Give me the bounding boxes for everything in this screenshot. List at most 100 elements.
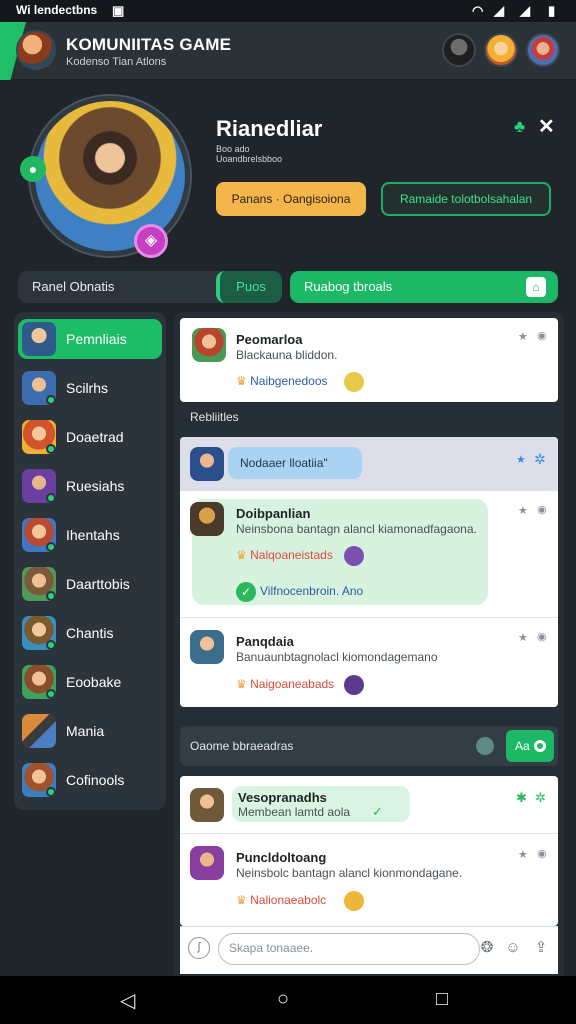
sidebar-item-9[interactable]: Mania — [18, 711, 162, 751]
crown-icon: ♛ — [236, 374, 247, 388]
star-icon[interactable]: ✱ — [516, 790, 527, 806]
avatar-1[interactable] — [442, 33, 476, 67]
emoji-icon — [344, 891, 364, 911]
avatar-2[interactable] — [484, 33, 518, 67]
star-icon[interactable]: ★ — [518, 631, 528, 644]
star-icon[interactable]: ★ — [516, 453, 526, 466]
sidebar-item-5[interactable]: Ihentahs — [18, 515, 162, 555]
section-label: Rebliitles — [190, 410, 239, 424]
back-icon[interactable]: ◁ — [120, 988, 135, 1013]
footer-action-button[interactable]: Aa — [506, 730, 554, 762]
tab-left-pill[interactable]: Puos — [216, 271, 282, 303]
upload-icon[interactable]: ⇪ — [530, 937, 552, 959]
post-avatar[interactable] — [192, 328, 226, 362]
tab-left[interactable]: Ranel Obnatis Puos — [18, 271, 282, 303]
sidebar-item-label: Doaetrad — [66, 429, 124, 445]
star-icon[interactable]: ★ — [518, 330, 528, 343]
star-icon[interactable]: ★ — [518, 848, 528, 861]
emoji-icon — [344, 372, 364, 392]
eye-icon[interactable]: ◉ — [537, 630, 547, 643]
app-subtitle: Kodenso Tian Atlons — [66, 56, 167, 68]
system-nav-bar: ◁ ○ □ — [0, 976, 576, 1024]
post-title: Puncldoltoang — [236, 850, 327, 865]
sidebar-item-label: Mania — [66, 723, 105, 739]
group-avatar[interactable] — [190, 447, 224, 481]
post-meta: ♛ Nalqoaneistads — [236, 548, 333, 562]
group-name-pill[interactable]: Nodaaer lloatiia" — [228, 447, 362, 479]
online-dot-icon — [46, 787, 56, 797]
level-badge-icon: ◈ — [134, 224, 168, 258]
sidebar-avatar — [22, 714, 56, 748]
app-logo[interactable] — [16, 30, 56, 70]
post-meta-label: Naigoaneabads — [250, 677, 335, 691]
tab-left-label: Ranel Obnatis — [32, 279, 115, 294]
leaf-icon: ✓ — [372, 804, 383, 819]
sidebar-item-label: Ruesiahs — [66, 478, 125, 494]
sidebar-item-3[interactable]: Doaetrad — [18, 417, 162, 457]
wifi-icon: ◠ — [472, 3, 484, 18]
emoji-icon — [344, 546, 364, 566]
post-card-1[interactable]: Peomarloa Blackauna bliddon. ♛ Naibgened… — [180, 318, 558, 402]
sidebar-avatar — [22, 322, 56, 356]
sidebar-item-1[interactable]: Pemnliais — [18, 319, 162, 359]
sidebar-item-6[interactable]: Daarttobis — [18, 564, 162, 604]
star-icon[interactable]: ★ — [518, 504, 528, 517]
sidebar-item-label: Ihentahs — [66, 527, 120, 543]
post-avatar[interactable] — [190, 788, 224, 822]
battery-icon: ▮ — [548, 3, 556, 18]
post-title: Vesopranadhs — [238, 790, 327, 805]
crown-icon: ♛ — [236, 677, 247, 691]
add-friend-icon[interactable]: ♣ — [514, 117, 525, 137]
online-dot-icon — [46, 444, 56, 454]
tab-right[interactable]: Ruabog tbroals ⌂ — [290, 271, 558, 303]
app-bar: KOMUNIITAS GAME Kodenso Tian Atlons — [0, 22, 576, 80]
app-title: KOMUNIITAS GAME — [66, 35, 232, 54]
post-text: Banuaunbtagnolacl kiomondagemano — [236, 650, 438, 664]
post-avatar[interactable] — [190, 630, 224, 664]
attach-icon[interactable]: ʃ — [188, 937, 210, 959]
sidebar-item-label: Cofinools — [66, 772, 125, 788]
compose-bar: ʃ Skapa tonaaee. ❂ ☺ ⇪ — [180, 926, 558, 974]
secondary-action-button[interactable]: Ramaide tolotbolsahalan — [381, 182, 551, 216]
online-dot-icon — [46, 640, 56, 650]
divider — [180, 617, 558, 618]
eye-icon[interactable]: ◉ — [537, 847, 547, 860]
message-input[interactable]: Skapa tonaaee. — [218, 933, 480, 965]
crown-icon: ♛ — [236, 548, 247, 562]
home-icon[interactable]: ○ — [277, 988, 289, 1011]
tab-right-label: Ruabog tbroals — [304, 279, 393, 294]
online-dot-icon — [46, 395, 56, 405]
eye-icon[interactable]: ◉ — [537, 329, 547, 342]
post-meta-label: Nalqoaneistads — [250, 548, 333, 562]
post-reply[interactable]: Vilfnocenbroin. Ano — [260, 584, 363, 598]
post-meta: ♛ Naigoaneabads — [236, 677, 334, 691]
sidebar-item-label: Scilrhs — [66, 380, 109, 396]
eye-icon[interactable]: ◉ — [537, 503, 547, 516]
sidebar-item-4[interactable]: Ruesiahs — [18, 466, 162, 506]
sidebar-item-10[interactable]: Cofinools — [18, 760, 162, 800]
sidebar-item-label: Eoobake — [66, 674, 122, 690]
post-title: Peomarloa — [236, 332, 303, 347]
settings-icon[interactable]: ✲ — [535, 790, 546, 806]
close-icon[interactable]: ✕ — [538, 114, 555, 139]
settings-icon[interactable]: ✲ — [534, 451, 546, 468]
post-avatar[interactable] — [190, 846, 224, 880]
post-avatar[interactable] — [190, 502, 224, 536]
sticker-icon[interactable]: ❂ — [476, 937, 498, 959]
online-dot-icon — [46, 493, 56, 503]
sidebar-item-2[interactable]: Scilrhs — [18, 368, 162, 408]
recents-icon[interactable]: □ — [436, 988, 448, 1011]
post-text: Blackauna bliddon. — [236, 348, 338, 362]
tab-right-icon[interactable]: ⌂ — [526, 277, 546, 297]
post-meta: ♛ Nalionaeabolc — [236, 893, 326, 907]
online-dot-icon — [46, 542, 56, 552]
sidebar-item-8[interactable]: Eoobake — [18, 662, 162, 702]
online-badge-icon: ● — [20, 156, 46, 182]
globe-icon[interactable] — [476, 737, 494, 755]
primary-action-button[interactable]: Panans · Oangisoiona — [216, 182, 366, 216]
emoji-picker-icon[interactable]: ☺ — [502, 937, 524, 959]
sidebar-item-7[interactable]: Chantis — [18, 613, 162, 653]
status-bar: Wi lendectbns ▣ ◠ ◢ ◢ ▮ — [0, 0, 576, 22]
sidebar: Pemnliais Scilrhs Doaetrad Ruesiahs Ihen… — [14, 312, 166, 810]
avatar-3[interactable] — [526, 33, 560, 67]
